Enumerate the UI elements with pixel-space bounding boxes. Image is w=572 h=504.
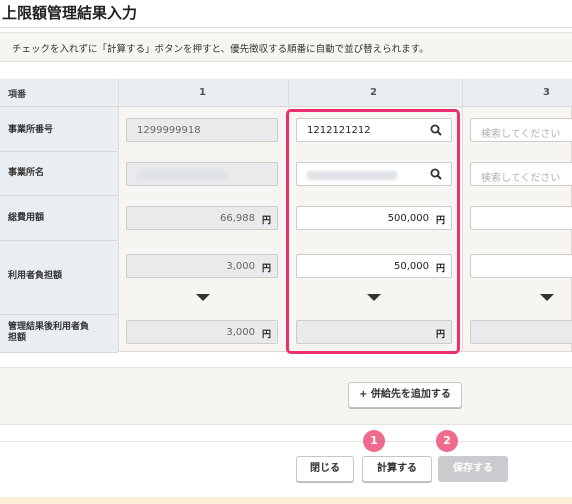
col1-user-burden-value: 3,000 <box>226 261 255 272</box>
col1-office-number: 1299999918 <box>126 118 278 142</box>
header-label-item-number: 項番 <box>8 90 27 100</box>
column-header-2: 2 <box>370 87 377 98</box>
add-supplier-button[interactable]: + 併給先を追加する <box>348 382 462 408</box>
footer-strip <box>0 497 572 504</box>
yen-unit: 円 <box>261 264 271 274</box>
close-button[interactable]: 閉じる <box>296 456 354 482</box>
col1-office-number-value: 1299999918 <box>137 125 201 136</box>
row-label-after-management-line2: 担額 <box>8 333 27 343</box>
redacted-office-name <box>137 171 227 180</box>
col1-total-cost-value: 66,988 <box>220 213 255 224</box>
row-label-total-cost: 総費用額 <box>8 213 45 223</box>
col3-office-number-placeholder: 検索してください <box>481 129 561 140</box>
col3-office-name-input[interactable]: 検索してください <box>470 162 572 186</box>
column-divider <box>118 79 119 352</box>
col1-total-cost: 66,988 円 <box>126 206 278 230</box>
row-label-user-burden: 利用者負担額 <box>8 271 63 281</box>
column-divider <box>462 79 463 352</box>
yen-unit: 円 <box>261 216 271 226</box>
column-header-1: 1 <box>199 87 206 98</box>
col3-office-number-input[interactable]: 検索してください <box>470 118 572 142</box>
col3-total-cost-input[interactable] <box>470 206 572 230</box>
footer-divider <box>0 441 572 442</box>
col3-move-down-icon[interactable] <box>540 294 554 301</box>
col3-user-burden-input[interactable] <box>470 254 572 278</box>
col1-after-management-value: 3,000 <box>226 327 255 338</box>
column-2-highlight <box>286 109 460 354</box>
col1-user-burden: 3,000 円 <box>126 254 278 278</box>
title-divider <box>0 27 572 28</box>
add-supplier-panel <box>0 367 572 425</box>
table-header <box>0 79 572 107</box>
yen-unit: 円 <box>261 330 271 340</box>
page-title: 上限額管理結果入力 <box>2 4 138 22</box>
col1-office-name <box>126 162 278 186</box>
calculate-button[interactable]: 計算する <box>362 456 432 482</box>
col1-move-down-icon[interactable] <box>196 294 210 301</box>
save-button[interactable]: 保存する <box>438 456 508 482</box>
row-label-after-management: 管理結果後利用者負 <box>8 322 90 332</box>
col1-after-management: 3,000 円 <box>126 320 278 344</box>
instruction-note: チェックを入れずに「計算する」ボタンを押すと、優先徴収する順番に自動で並び替えら… <box>12 44 429 55</box>
column-header-3: 3 <box>543 87 550 98</box>
row-label-office-number: 事業所番号 <box>8 125 54 135</box>
col3-after-management <box>470 320 572 344</box>
col3-office-name-placeholder: 検索してください <box>481 173 561 184</box>
step-2-badge: 2 <box>436 430 458 452</box>
step-1-badge: 1 <box>363 430 385 452</box>
row-label-office-name: 事業所名 <box>8 168 45 178</box>
